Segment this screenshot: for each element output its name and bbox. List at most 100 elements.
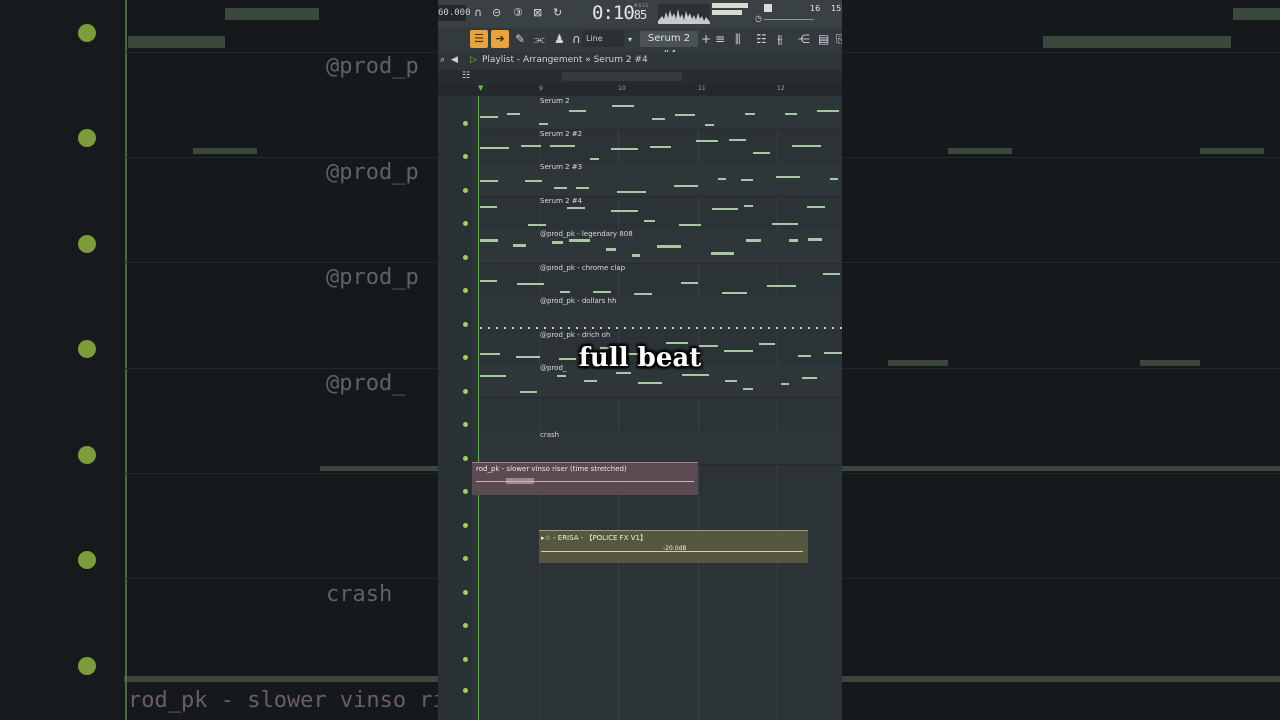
bg-dot [78,551,96,569]
stamp-icon[interactable]: ♟ [554,32,565,46]
track-mute-dot[interactable] [463,322,468,327]
playlist-mode-button[interactable]: ☰ [470,30,488,48]
note [480,280,497,282]
track-mute-dot[interactable] [463,523,468,528]
note [544,327,546,329]
speaker-icon[interactable]: ◀ [451,55,458,65]
bg-note [193,148,257,154]
track-mute-dot[interactable] [463,121,468,126]
automation-clip-police-fx[interactable]: ▸☆ - ERISA - 【POLICE FX V1】 -20.0dB [539,530,808,563]
master-volume-knob[interactable] [764,4,772,12]
note [560,327,562,329]
tempo-display[interactable]: 60.000 [438,5,471,21]
note [704,327,706,329]
bg-note [225,8,319,20]
snap-dropdown[interactable]: Line [582,31,624,47]
start-marker-icon[interactable]: ▼ [478,84,483,92]
zoom-icon[interactable]: ⌕ [440,55,445,65]
note [612,105,634,107]
track-mute-dot[interactable] [463,489,468,494]
piano-icon[interactable]: ☷ [462,71,470,81]
note [752,327,754,329]
metronome-icon[interactable]: ∩ [474,6,482,19]
timeline-ruler[interactable]: ▼ 9 10 11 12 [438,84,842,96]
slip-icon[interactable]: ⫘ [534,32,545,47]
note [576,327,578,329]
track-mute-dot[interactable] [463,255,468,260]
magnet-icon[interactable]: ∩ [572,32,581,46]
track-mute-dot[interactable] [463,422,468,427]
browser-icon[interactable]: ⋲ [798,32,810,46]
track-mute-dot[interactable] [463,188,468,193]
note [753,152,770,154]
overview-scrollbar[interactable] [562,72,682,81]
note [608,327,610,329]
video-caption: full beat [578,343,702,373]
track-mute-dot[interactable] [463,154,468,159]
countdown-icon[interactable]: ③ [513,6,523,19]
bg-note [128,36,225,48]
note [720,327,722,329]
note [830,178,838,180]
note [520,327,522,329]
plugin-icon[interactable]: ⎘ [836,32,842,47]
file-icon[interactable]: ▤ [818,32,829,46]
note [550,145,575,147]
note [776,327,778,329]
wait-input-icon[interactable]: ⊝ [492,6,501,19]
paint-icon[interactable]: ✎ [515,32,525,46]
track-mute-dot[interactable] [463,389,468,394]
note [718,178,726,180]
bg-dot [78,657,96,675]
note [560,291,570,293]
track-lane-7[interactable] [478,297,842,331]
note [644,220,655,222]
note [611,148,638,150]
ruler-bar: 12 [777,85,785,92]
note [722,292,747,294]
track-lane-10[interactable] [478,398,842,432]
note [617,191,646,193]
chevron-down-icon[interactable]: ▾ [628,35,632,44]
track-lane-11[interactable] [478,431,842,465]
note [664,327,666,329]
note [840,327,842,329]
track-mute-dot[interactable] [463,288,468,293]
note [480,116,498,118]
bg-track-label: @prod_p [326,54,419,79]
oscilloscope [658,4,710,24]
playlist-subtoolbar: ☷ [438,70,842,84]
draw-mode-button[interactable]: ➔ [491,30,509,48]
time-main: 0:10 [592,2,635,24]
track-mute-dot[interactable] [463,623,468,628]
note [657,245,681,248]
note [712,208,738,210]
track-mute-dot[interactable] [463,556,468,561]
note [744,327,746,329]
ruler-bar: 9 [539,85,543,92]
track-mute-dot[interactable] [463,590,468,595]
master-pitch-slider[interactable] [764,19,814,20]
track-mute-dot[interactable] [463,688,468,693]
loop-record-icon[interactable]: ↻ [553,6,562,19]
note [567,207,585,209]
clip-label: @prod_pk - chrome clap [540,264,626,272]
note [675,114,695,116]
faders-icon[interactable]: ⫵ [777,32,783,47]
mixer-icon[interactable]: ⫼ [735,32,741,47]
track-mute-dot[interactable] [463,657,468,662]
track-mute-dot[interactable] [463,456,468,461]
note [528,327,530,329]
pattern-selector[interactable]: Serum 2 #4 [640,31,698,60]
add-pattern-icon[interactable]: + [701,32,711,46]
piano-roll-icon[interactable]: ☷ [756,32,767,46]
track-mute-dot[interactable] [463,221,468,226]
audio-clip-riser[interactable]: rod_pk - slower vinso riser (time stretc… [472,462,698,495]
playlist-title[interactable]: Playlist - Arrangement » Serum 2 #4 [482,55,648,65]
step-edit-icon[interactable]: ⊠ [533,6,542,19]
note [744,205,753,207]
track-lane-6[interactable] [478,264,842,298]
channel-rack-icon[interactable]: ≡ [715,32,725,46]
note [802,377,817,379]
playhead[interactable] [478,96,479,720]
